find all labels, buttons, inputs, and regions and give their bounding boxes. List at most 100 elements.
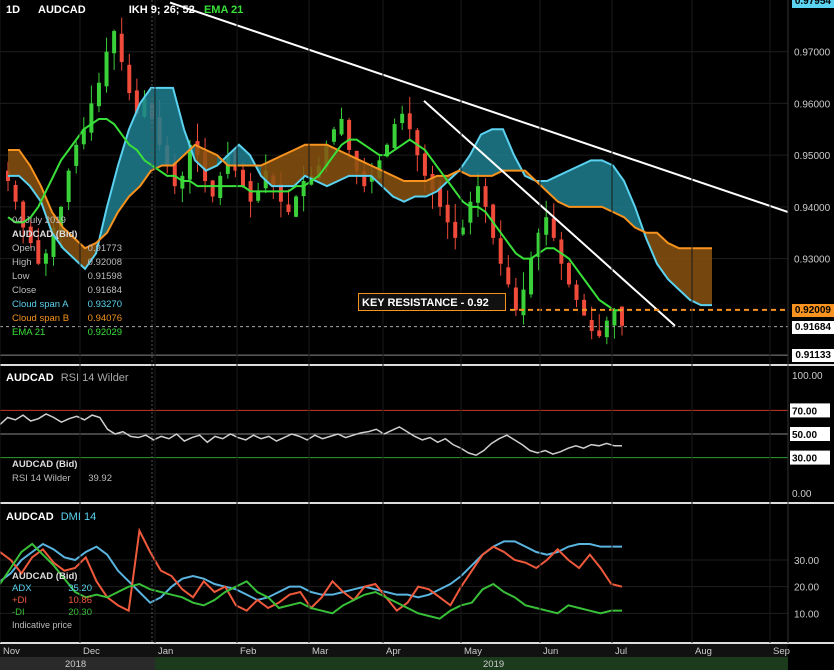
candle-body xyxy=(127,64,132,94)
dmi-indicator-label[interactable]: DMI 14 xyxy=(61,511,96,523)
candle-body xyxy=(475,186,480,203)
dmi-header: AUDCAD DMI 14 xyxy=(6,511,96,523)
tooltip-value: 0.92008 xyxy=(87,257,122,268)
y-tick-label: 0.96000 xyxy=(794,99,831,110)
rsi-tick-label: 30.00 xyxy=(792,454,817,465)
x-tick-label: Jan xyxy=(158,646,173,657)
rsi-header: AUDCAD RSI 14 Wilder xyxy=(6,372,129,384)
candle-body xyxy=(210,180,215,197)
x-tick-label: Dec xyxy=(83,646,100,657)
tooltip-value: 0.91684 xyxy=(87,285,122,296)
candle-body xyxy=(240,169,245,187)
candle-body xyxy=(422,153,427,176)
tooltip-row: Open 0.91773 xyxy=(12,242,122,256)
timeframe-label[interactable]: 1D xyxy=(6,4,20,16)
rsi-tooltip: AUDCAD (Bid) RSI 14 Wilder 39.92 xyxy=(12,458,112,486)
ichimoku-label[interactable]: IKH 9; 26; 52 xyxy=(129,4,195,16)
symbol-label[interactable]: AUDCAD xyxy=(38,4,86,16)
tooltip-value: 0.94076 xyxy=(87,313,122,324)
candle-body xyxy=(453,221,458,238)
candle-body xyxy=(74,144,79,166)
candle-body xyxy=(513,287,518,311)
rsi-line xyxy=(0,413,622,457)
candle-body xyxy=(256,191,261,201)
rsi-tick-label: 100.00 xyxy=(792,371,823,382)
tooltip-instrument: AUDCAD (Bid) xyxy=(12,229,78,240)
rsi-tooltip-instrument: AUDCAD (Bid) xyxy=(12,459,78,470)
candle-body xyxy=(582,299,587,316)
candle-body xyxy=(415,130,420,156)
dmi-tooltip-row: ADX 35.20 xyxy=(12,583,92,595)
tooltip-date: 04 July 2019 xyxy=(12,215,66,226)
dmi-tooltip-key: +DI xyxy=(12,595,28,606)
dmi-tick-label: 10.00 xyxy=(794,609,819,620)
x-tick-label: Apr xyxy=(386,646,401,657)
candle-body xyxy=(392,124,397,149)
key-resistance-label: KEY RESISTANCE - 0.92 xyxy=(358,293,506,311)
rsi-symbol[interactable]: AUDCAD xyxy=(6,372,54,384)
tooltip-key: High xyxy=(12,257,32,268)
price-badge: 0.92009 xyxy=(791,303,834,317)
tooltip-key: EMA 21 xyxy=(12,327,46,338)
dmi-tooltip-key: ADX xyxy=(12,583,32,594)
dmi-tooltip-value: 10.86 xyxy=(68,595,92,606)
cloud-segment xyxy=(701,248,712,306)
candle-body xyxy=(589,320,594,331)
candle-body xyxy=(104,51,109,87)
tooltip-value: 0.93270 xyxy=(87,299,122,310)
year-strip-2019 xyxy=(155,657,788,670)
price-badge: 0.91133 xyxy=(792,349,834,363)
candle-body xyxy=(604,320,609,338)
x-tick-label: Nov xyxy=(3,646,20,657)
cloud-segment xyxy=(580,160,591,207)
candle-body xyxy=(294,196,299,217)
candle-body xyxy=(13,184,18,202)
candle-body xyxy=(483,186,488,207)
rsi-tick-label: 50.00 xyxy=(792,430,817,441)
trendline-upper xyxy=(169,1,789,213)
cloud-segment xyxy=(239,144,250,166)
candle-body xyxy=(347,119,352,150)
candle-body xyxy=(96,82,101,107)
dmi-tooltip-row: +DI 10.86 xyxy=(12,595,92,607)
dmi-tooltip-value: 35.20 xyxy=(68,583,92,594)
main-header: 1D AUDCAD IKH 9; 26; 52 EMA 21 xyxy=(6,4,243,16)
ema-label[interactable]: EMA 21 xyxy=(204,4,243,16)
cloud-segment xyxy=(162,87,173,166)
candle-body xyxy=(301,181,306,197)
price-badge: 0.97954 xyxy=(791,0,834,8)
cloud-segment xyxy=(569,165,580,207)
dmi-line-di xyxy=(0,527,623,613)
chart-canvas[interactable]: 0.97000 0.96000 0.95000 0.94000 0.93000 100.… xyxy=(0,0,834,670)
tooltip-row: Close 0.91684 xyxy=(12,284,122,298)
candle-body xyxy=(112,31,117,54)
y-tick-label: 0.95000 xyxy=(794,151,831,162)
rsi-indicator-label[interactable]: RSI 14 Wilder xyxy=(61,372,129,384)
tooltip-row: EMA 21 0.92029 xyxy=(12,326,122,340)
dmi-symbol[interactable]: AUDCAD xyxy=(6,511,54,523)
candle-body xyxy=(400,113,405,124)
ohlc-tooltip: 04 July 2019 AUDCAD (Bid) Open 0.91773 Hig… xyxy=(12,214,122,340)
dmi-tooltip: AUDCAD (Bid) ADX 35.20 +DI 10.86 -DI 20.30 In… xyxy=(12,571,92,631)
y-tick-label: 0.93000 xyxy=(794,255,831,266)
candle-body xyxy=(597,330,602,337)
x-tick-label: Feb xyxy=(240,646,256,657)
candle-body xyxy=(119,33,124,63)
dmi-tooltip-value: 20.30 xyxy=(68,607,92,618)
candle-body xyxy=(445,204,450,223)
cloud-segment xyxy=(8,149,19,176)
x-tick-label: Mar xyxy=(312,646,328,657)
candle-body xyxy=(89,103,94,133)
cloud-segment xyxy=(602,160,613,213)
tooltip-key: Low xyxy=(12,271,30,282)
candle-body xyxy=(331,129,336,142)
tooltip-key: Close xyxy=(12,285,37,296)
tooltip-row: Cloud span B 0.94076 xyxy=(12,312,122,326)
cloud-segment xyxy=(591,160,602,207)
indicative-price-note: Indicative price xyxy=(12,620,73,630)
dmi-tick-label: 30.00 xyxy=(794,556,819,567)
x-tick-label: May xyxy=(464,646,482,657)
year-label: 2018 xyxy=(65,659,86,670)
year-label: 2019 xyxy=(483,659,504,670)
tooltip-row: Low 0.91598 xyxy=(12,270,122,284)
